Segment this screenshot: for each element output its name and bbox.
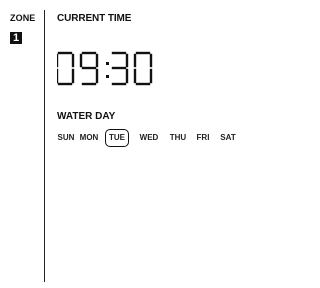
time-colon-dot-2-1: [106, 75, 109, 78]
time-colon-dot-2-0: [106, 62, 109, 65]
current-time-label: CURRENT TIME: [57, 13, 132, 24]
clock-panel: CURRENT TIME WATER DAY SUN MON TUE WED T…: [57, 13, 239, 147]
day-mon[interactable]: MON: [79, 129, 99, 147]
zone-label: ZONE: [10, 13, 36, 23]
zone-panel: ZONE 1: [10, 13, 36, 44]
day-thu[interactable]: THU: [168, 129, 188, 147]
day-sun[interactable]: SUN: [57, 129, 75, 147]
current-time-display: [57, 44, 157, 92]
vertical-divider: [44, 10, 45, 282]
weekday-selector: SUN MON TUE WED THU FRI SAT: [57, 129, 239, 147]
day-fri[interactable]: FRI: [195, 129, 211, 147]
zone-number-badge: 1: [10, 32, 22, 44]
day-tue[interactable]: TUE: [105, 129, 129, 147]
day-wed[interactable]: WED: [139, 129, 159, 147]
controller-screen: ZONE 1 CURRENT TIME WATER DAY SUN MON TU…: [0, 0, 246, 288]
seven-segment-time: [57, 51, 153, 86]
water-day-label: WATER DAY: [57, 111, 116, 122]
day-sat[interactable]: SAT: [218, 129, 238, 147]
